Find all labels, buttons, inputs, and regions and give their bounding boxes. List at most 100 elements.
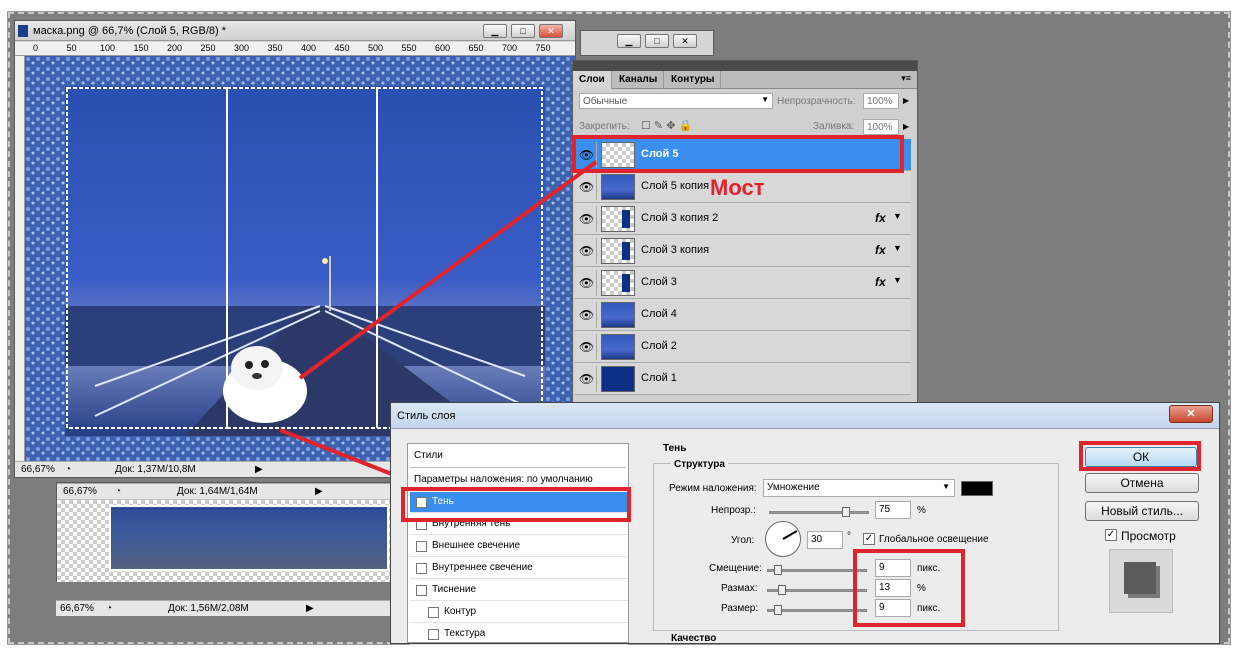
style-item[interactable]: Тиснение — [410, 580, 628, 601]
dialog-close-button[interactable]: ✕ — [1169, 405, 1213, 423]
style-checkbox[interactable] — [428, 607, 439, 618]
ruler-tick: 550 — [401, 43, 417, 53]
fill-field[interactable]: 100% — [863, 119, 899, 135]
new-style-button[interactable]: Новый стиль... — [1085, 501, 1199, 521]
highlight-offset-values — [853, 549, 965, 627]
visibility-eye-icon[interactable]: 👁 — [577, 206, 597, 232]
minimize-button[interactable]: ▁ — [483, 24, 507, 38]
distance-slider[interactable] — [767, 565, 867, 575]
layer-row[interactable]: 👁 Слой 3 fx ▼ — [575, 267, 911, 299]
chevron-down-icon: ▼ — [942, 482, 950, 491]
layer-effects-icon[interactable]: fx — [875, 243, 886, 257]
spread-slider[interactable] — [767, 585, 867, 595]
ruler-tick: 600 — [435, 43, 451, 53]
opacity-arrow-icon[interactable]: ▶ — [903, 96, 909, 105]
style-item[interactable]: Контур — [410, 602, 628, 623]
fill-arrow-icon[interactable]: ▶ — [903, 122, 909, 131]
ruler-tick: 750 — [535, 43, 551, 53]
visibility-eye-icon[interactable]: 👁 — [577, 302, 597, 328]
style-checkbox[interactable] — [416, 563, 427, 574]
shadow-color-swatch[interactable] — [961, 481, 993, 496]
size-label: Размер: — [721, 603, 759, 614]
spread-slider-knob[interactable] — [778, 585, 786, 595]
layer-row[interactable]: 👁 Слой 3 копия fx ▼ — [575, 235, 911, 267]
doc-size: Док: 1,56M/2,08M — [168, 603, 249, 614]
styles-header[interactable]: Стили — [410, 446, 626, 468]
zoom-level[interactable]: 66,67% — [21, 464, 55, 475]
opacity-input[interactable]: 75 — [875, 501, 911, 519]
layer-row[interactable]: 👁 Слой 3 копия 2 fx ▼ — [575, 203, 911, 235]
ruler-tick: 0 — [33, 43, 39, 53]
opacity-slider[interactable] — [769, 507, 869, 517]
style-item[interactable]: Внешнее свечение — [410, 536, 628, 557]
layer-thumbnail — [601, 238, 635, 264]
quality-title: Качество — [671, 633, 717, 644]
tab-channels[interactable]: Каналы — [613, 71, 665, 89]
distance-slider-knob[interactable] — [774, 565, 782, 575]
size-slider[interactable] — [767, 605, 867, 615]
visibility-eye-icon[interactable]: 👁 — [577, 270, 597, 296]
style-checkbox[interactable] — [416, 585, 427, 596]
pier-strip-image — [109, 505, 389, 571]
style-checkbox[interactable] — [428, 629, 439, 640]
angle-dial[interactable] — [765, 521, 801, 557]
distance-label: Смещение: — [709, 563, 762, 574]
visibility-eye-icon[interactable]: 👁 — [577, 334, 597, 360]
cancel-button[interactable]: Отмена — [1085, 473, 1199, 493]
opacity-value: 100% — [867, 96, 893, 107]
layer-row[interactable]: 👁 Слой 4 — [575, 299, 911, 331]
blend-mode-select[interactable]: Обычные ▼ — [579, 93, 773, 109]
style-item[interactable]: Внутреннее свечение — [410, 558, 628, 579]
new-style-label: Новый стиль... — [1101, 504, 1183, 518]
layer-thumbnail — [601, 302, 635, 328]
expand-effects-icon[interactable]: ▼ — [893, 211, 902, 221]
status-icon[interactable]: ◔ — [115, 486, 121, 497]
ruler-tick: 200 — [167, 43, 183, 53]
blend-mode-value: Обычные — [583, 96, 628, 107]
style-label: Текстура — [444, 628, 486, 639]
maximize-button[interactable]: □ — [511, 24, 535, 38]
layer-effects-icon[interactable]: fx — [875, 211, 886, 225]
size-slider-knob[interactable] — [774, 605, 782, 615]
minimize-button[interactable]: ▁ — [617, 34, 641, 48]
status-icon[interactable]: ◔ — [65, 464, 71, 475]
maximize-button[interactable]: □ — [645, 34, 669, 48]
expand-effects-icon[interactable]: ▼ — [893, 275, 902, 285]
layer-row[interactable]: 👁 Слой 2 — [575, 331, 911, 363]
zoom-level[interactable]: 66,67% — [60, 603, 94, 614]
close-button[interactable]: ✕ — [673, 34, 697, 48]
close-button[interactable]: ✕ — [539, 24, 563, 38]
preview-checkbox[interactable]: ✓ — [1105, 529, 1117, 541]
pier-photo-with-frame — [25, 56, 575, 461]
status-arrow-icon[interactable]: ▶ — [315, 486, 323, 497]
styles-header-label: Стили — [414, 450, 443, 461]
global-light-checkbox[interactable]: ✓ — [863, 533, 875, 545]
opacity-field[interactable]: 100% — [863, 93, 899, 109]
style-item[interactable]: Текстура — [410, 624, 628, 645]
layer-effects-icon[interactable]: fx — [875, 275, 886, 289]
status-icon[interactable]: ◔ — [106, 603, 112, 614]
fill-label: Заливка: — [813, 121, 855, 132]
status-arrow-icon[interactable]: ▶ — [255, 464, 263, 475]
visibility-eye-icon[interactable]: 👁 — [577, 174, 597, 200]
blend-defaults-label: Параметры наложения: по умолчанию — [414, 474, 593, 485]
chevron-down-icon: ▼ — [761, 95, 769, 104]
shadow-blend-mode-select[interactable]: Умножение ▼ — [763, 479, 955, 497]
style-checkbox[interactable] — [416, 541, 427, 552]
visibility-eye-icon[interactable]: 👁 — [577, 238, 597, 264]
tab-layers[interactable]: Слои — [573, 71, 612, 89]
status-arrow-icon[interactable]: ▶ — [306, 603, 314, 614]
thumbnail-bar — [622, 242, 630, 260]
angle-dial-hand — [782, 530, 798, 540]
visibility-eye-icon[interactable]: 👁 — [577, 366, 597, 392]
panel-menu-icon[interactable]: ▾≡ — [901, 73, 911, 84]
layer-name: Слой 3 копия 2 — [641, 212, 719, 224]
angle-input[interactable]: 30 — [807, 531, 843, 549]
expand-effects-icon[interactable]: ▼ — [893, 243, 902, 253]
lock-icons[interactable]: ☐ ✎ ✥ 🔒 — [641, 119, 692, 132]
zoom-level[interactable]: 66,67% — [63, 486, 97, 497]
tab-paths[interactable]: Контуры — [665, 71, 722, 89]
layers-panel: Слои Каналы Контуры ▾≡ Обычные ▼ Непрозр… — [572, 60, 918, 405]
layer-row[interactable]: 👁 Слой 1 — [575, 363, 911, 395]
opacity-slider-knob[interactable] — [842, 507, 850, 517]
